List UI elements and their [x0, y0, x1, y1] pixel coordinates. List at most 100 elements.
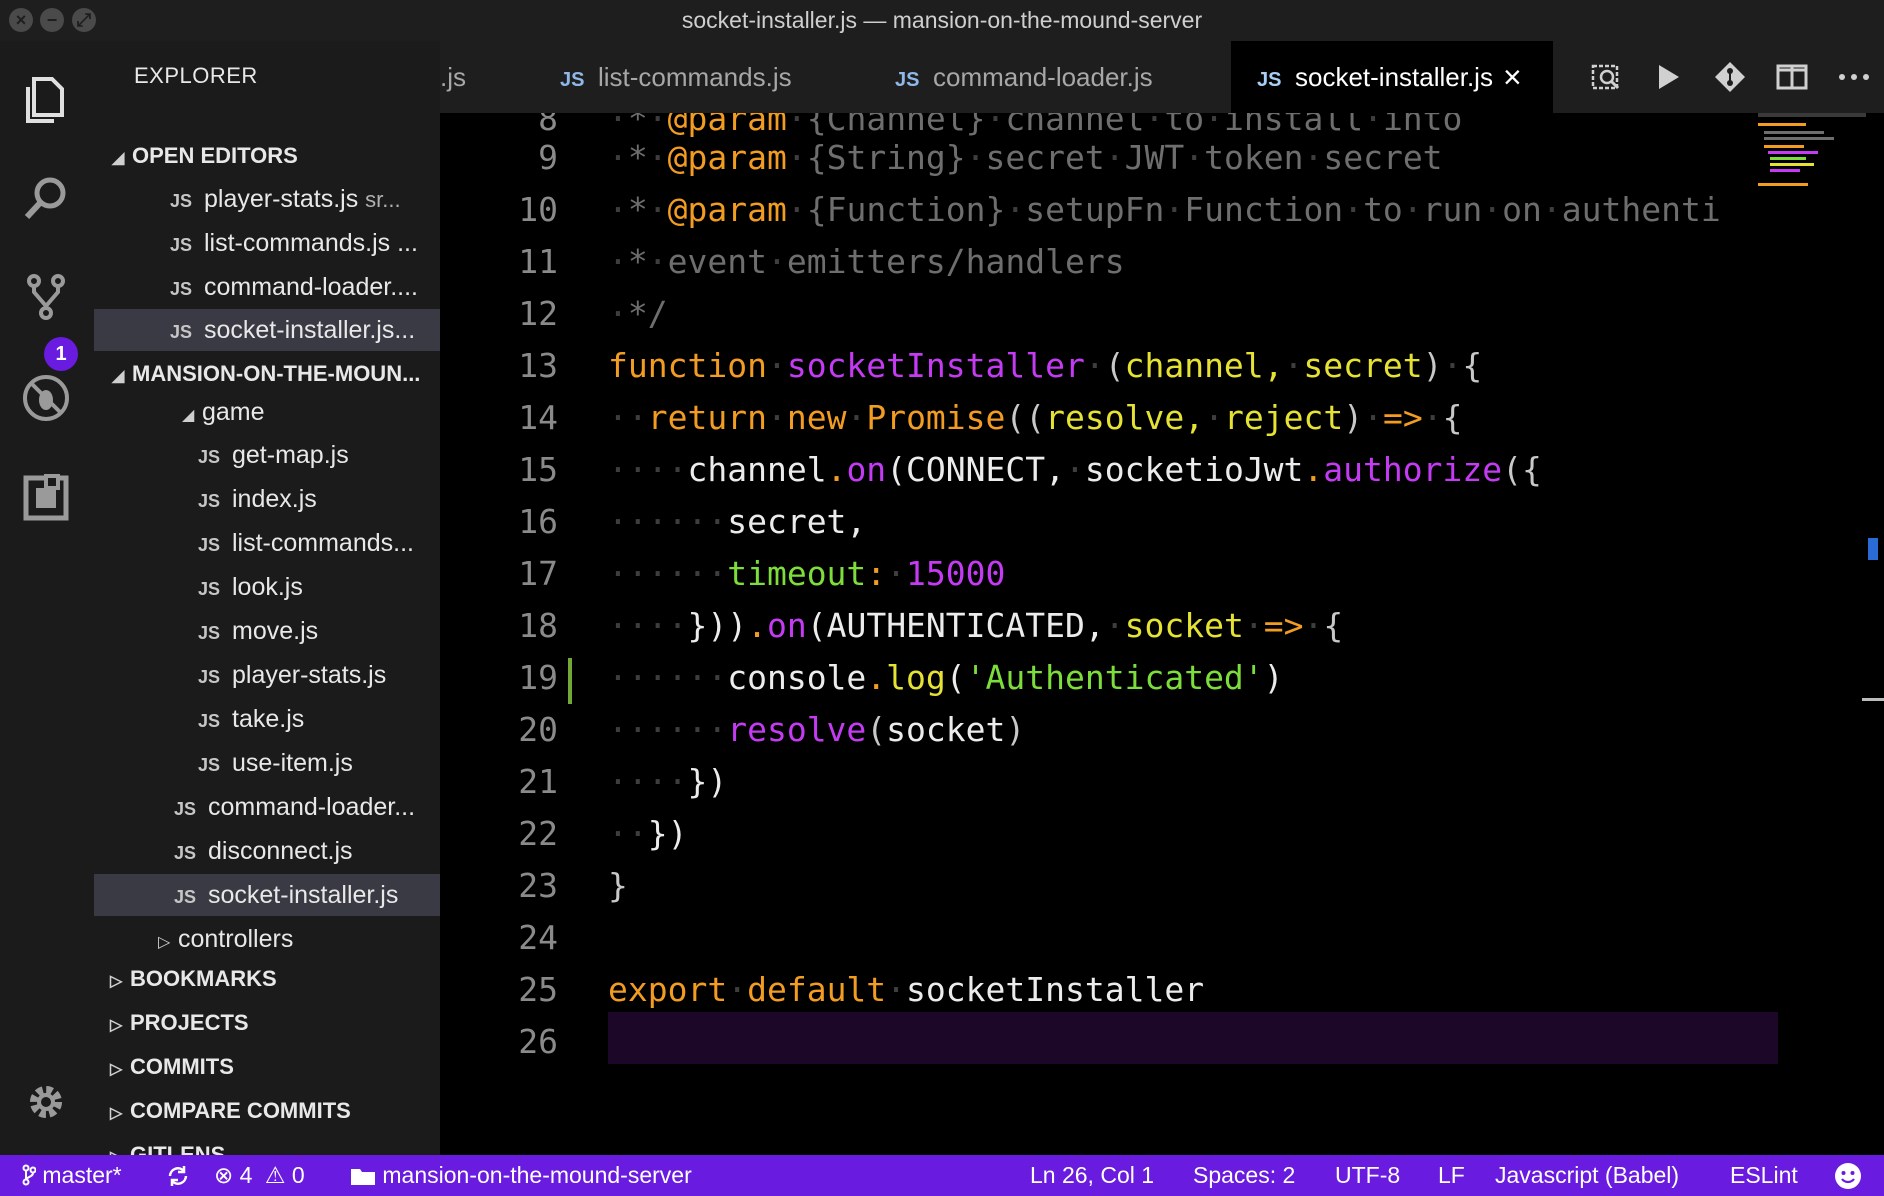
- sync-icon[interactable]: [166, 1155, 190, 1196]
- chevron-down-icon: ◢: [112, 368, 125, 385]
- line-number: 24: [518, 918, 558, 957]
- bookmarks-section[interactable]: ▷ BOOKMARKS: [94, 958, 440, 1000]
- file-item[interactable]: JS get-map.js: [94, 434, 440, 476]
- open-editor-item-active[interactable]: JS socket-installer.js...: [94, 309, 440, 351]
- code-line: ·*·@param·{String}·secret·JWT·token·secr…: [608, 138, 1443, 177]
- activity-bar: 1: [0, 41, 94, 1155]
- encoding[interactable]: UTF-8: [1335, 1155, 1400, 1196]
- js-file-icon: JS: [198, 447, 221, 467]
- line-number: 22: [518, 814, 558, 853]
- file-item[interactable]: JS list-commands...: [94, 522, 440, 564]
- end-of-line[interactable]: LF: [1438, 1155, 1465, 1196]
- file-item[interactable]: JS player-stats.js: [94, 654, 440, 696]
- line-number: 10: [518, 190, 558, 229]
- file-item[interactable]: JS disconnect.js: [94, 830, 440, 872]
- file-item[interactable]: JS look.js: [94, 566, 440, 608]
- search-preview-icon[interactable]: [1588, 59, 1624, 95]
- minimap[interactable]: [1758, 113, 1866, 213]
- git-compare-icon[interactable]: [1712, 59, 1748, 95]
- line-number: 25: [518, 970, 558, 1009]
- error-icon: ⊗: [214, 1162, 234, 1188]
- code-line: }: [608, 866, 628, 905]
- js-file-icon: JS: [560, 69, 585, 91]
- gitlens-section[interactable]: ▷GITLENS: [94, 1134, 440, 1155]
- file-item[interactable]: JS use-item.js: [94, 742, 440, 784]
- status-bar: master* ⊗ 4 ⚠ 0 mansion-on-the-mound-ser…: [0, 1155, 1884, 1196]
- explorer-sidebar: EXPLORER ◢ OPEN EDITORS JS player-stats.js…: [94, 41, 440, 1155]
- js-file-icon: JS: [170, 279, 193, 299]
- eslint-status[interactable]: ESLint: [1730, 1155, 1798, 1196]
- chevron-down-icon: ◢: [112, 150, 125, 167]
- code-line: ····channel.on(CONNECT,·socketioJwt.auth…: [608, 450, 1542, 489]
- feedback-smiley-icon[interactable]: [1834, 1162, 1862, 1190]
- scm-badge: 1: [44, 337, 78, 371]
- open-editor-item[interactable]: JS command-loader....: [94, 266, 440, 308]
- scrollbar-marker: [1868, 538, 1878, 560]
- js-file-icon: JS: [198, 711, 221, 731]
- branch-indicator[interactable]: master*: [22, 1155, 122, 1196]
- line-number: 26: [518, 1022, 558, 1061]
- cursor-position[interactable]: Ln 26, Col 1: [1030, 1155, 1154, 1196]
- file-item[interactable]: JS command-loader...: [94, 786, 440, 828]
- projects-section[interactable]: ▷ PROJECTS: [94, 1002, 440, 1044]
- open-editor-item[interactable]: JS list-commands.js ...: [94, 222, 440, 264]
- code-line: ·*/: [608, 294, 668, 333]
- title-bar: × − ⤢ socket-installer.js — mansion-on-t…: [0, 0, 1884, 41]
- explorer-title: EXPLORER: [134, 63, 258, 88]
- gear-icon[interactable]: [15, 1071, 77, 1133]
- line-number: 14: [518, 398, 558, 437]
- open-editor-item[interactable]: JS player-stats.js sr...: [94, 178, 440, 220]
- open-editors-header[interactable]: ◢ OPEN EDITORS: [94, 135, 440, 177]
- file-item-active[interactable]: JS socket-installer.js: [94, 874, 440, 916]
- indentation[interactable]: Spaces: 2: [1193, 1155, 1295, 1196]
- line-number: 11: [518, 242, 558, 281]
- run-icon[interactable]: [1650, 59, 1686, 95]
- problems-indicator[interactable]: ⊗ 4 ⚠ 0: [214, 1155, 305, 1196]
- js-file-icon: JS: [198, 623, 221, 643]
- code-line: export·default·socketInstaller: [608, 970, 1205, 1009]
- line-number: 21: [518, 762, 558, 801]
- extensions-icon[interactable]: [15, 467, 77, 529]
- line-number: 18: [518, 606, 558, 645]
- code-line: ······console.log('Authenticated'): [608, 658, 1284, 697]
- tab-command-loader[interactable]: JS command-loader.js: [895, 41, 1225, 113]
- file-item[interactable]: JS take.js: [94, 698, 440, 740]
- project-header[interactable]: ◢ MANSION-ON-THE-MOUN...: [94, 353, 440, 395]
- code-line: function·socketInstaller·(channel,·secre…: [608, 346, 1483, 385]
- file-item[interactable]: JS move.js: [94, 610, 440, 652]
- search-icon[interactable]: [15, 167, 77, 229]
- line-number: 17: [518, 554, 558, 593]
- js-file-icon: JS: [198, 491, 221, 511]
- js-file-icon: JS: [174, 843, 197, 863]
- code-line: ····})).on(AUTHENTICATED,·socket·=>·{: [608, 606, 1344, 645]
- current-line-highlight: [608, 1012, 1778, 1064]
- compare-commits-section[interactable]: ▷ COMPARE COMMITS: [94, 1090, 440, 1132]
- code-editor[interactable]: 8 9 10 11 12 13 14 15 16 17 18 19 20 21 …: [440, 113, 1884, 1155]
- commits-section[interactable]: ▷ COMMITS: [94, 1046, 440, 1088]
- file-item[interactable]: JS index.js: [94, 478, 440, 520]
- chevron-right-icon: ▷: [110, 1105, 123, 1122]
- tab-partial[interactable]: .js: [440, 41, 530, 113]
- code-line: ······timeout:·15000: [608, 554, 1006, 593]
- code-line: ····}): [608, 762, 728, 801]
- more-icon[interactable]: [1836, 59, 1872, 95]
- split-editor-icon[interactable]: [1774, 59, 1810, 95]
- language-mode[interactable]: Javascript (Babel): [1495, 1155, 1679, 1196]
- chevron-right-icon: ▷: [110, 1017, 123, 1034]
- warning-icon: ⚠: [264, 1162, 286, 1188]
- close-tab-icon[interactable]: ×: [1503, 41, 1522, 113]
- folder-game[interactable]: ◢ game: [94, 391, 440, 433]
- files-icon[interactable]: [15, 69, 77, 131]
- js-file-icon: JS: [198, 579, 221, 599]
- workspace-folder[interactable]: mansion-on-the-mound-server: [350, 1155, 692, 1196]
- js-file-icon: JS: [174, 887, 197, 907]
- line-number: 9: [538, 138, 558, 177]
- folder-controllers[interactable]: ▷ controllers: [94, 918, 440, 960]
- debug-icon[interactable]: [15, 367, 77, 429]
- tab-list-commands[interactable]: JS list-commands.js: [560, 41, 860, 113]
- source-control-icon[interactable]: [15, 266, 77, 328]
- line-number: 19: [518, 658, 558, 697]
- editor-tab-bar: .js JS list-commands.js JS command-loader.…: [440, 41, 1884, 113]
- tab-socket-installer[interactable]: JS socket-installer.js ×: [1231, 41, 1553, 113]
- chevron-right-icon: ▷: [110, 973, 123, 990]
